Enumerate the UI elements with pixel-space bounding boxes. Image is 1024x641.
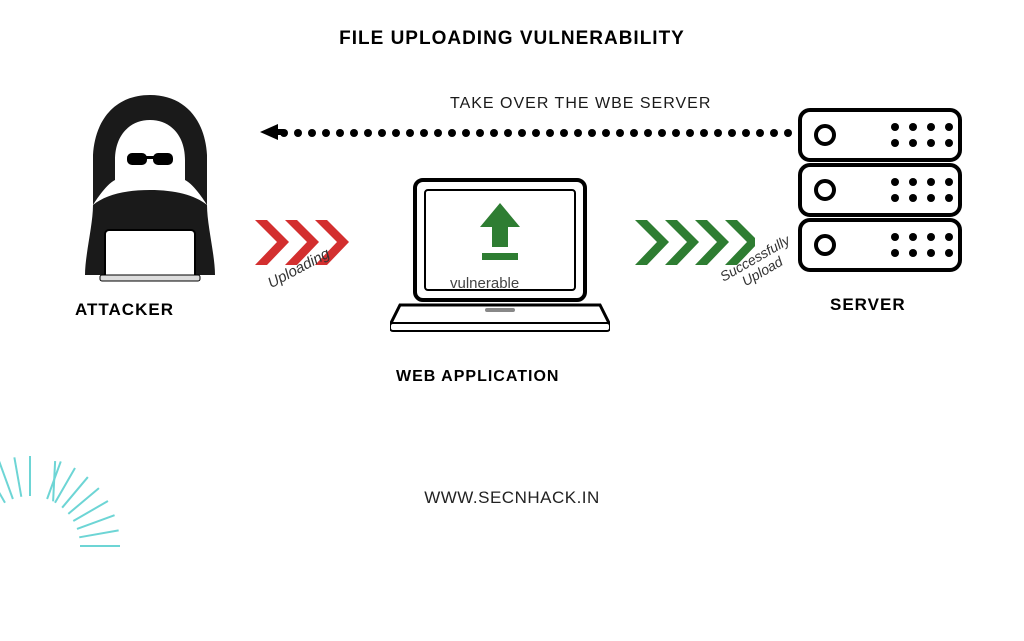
- server-icon: [795, 105, 965, 285]
- dotted-path: [280, 128, 790, 138]
- diagram-title: FILE UPLOADING VULNERABILITY: [339, 28, 685, 50]
- attacker-label: ATTACKER: [75, 300, 174, 320]
- webapp-icon: [390, 175, 610, 345]
- webapp-label: WEB APPLICATION: [396, 368, 559, 386]
- server-label: SERVER: [830, 295, 906, 315]
- attacker-icon: [65, 85, 235, 290]
- corner-decoration: [0, 456, 120, 636]
- vulnerable-label: vulnerable: [450, 275, 519, 292]
- footer-url: WWW.SECNHACK.IN: [424, 488, 600, 508]
- takeover-label: TAKE OVER THE WBE SERVER: [450, 95, 711, 113]
